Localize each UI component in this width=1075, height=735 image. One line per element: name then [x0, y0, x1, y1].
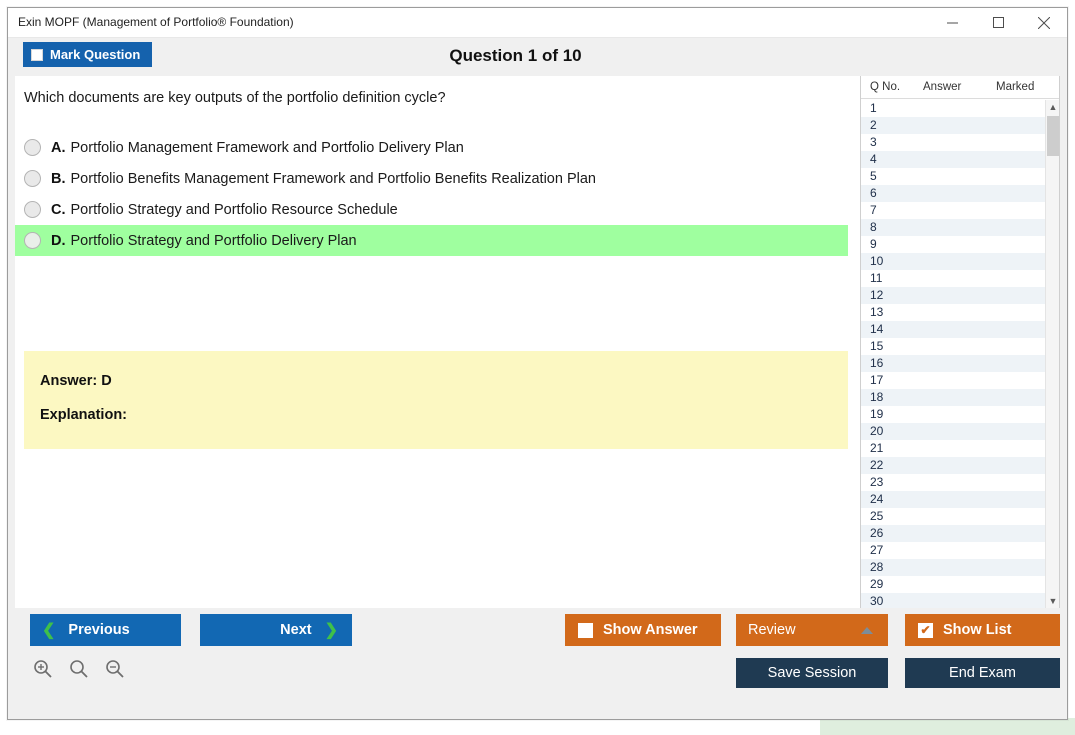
question-list-row[interactable]: 28 — [861, 559, 1046, 576]
show-list-label: Show List — [943, 622, 1012, 638]
minimize-icon[interactable] — [929, 8, 975, 37]
zoom-toolbar — [30, 656, 128, 682]
window-controls — [929, 8, 1067, 37]
radio-icon-a[interactable] — [24, 139, 41, 156]
question-list-row[interactable]: 9 — [861, 236, 1046, 253]
exam-body: Which documents are key outputs of the p… — [15, 75, 1060, 609]
column-header-marked: Marked — [996, 81, 1035, 93]
option-d[interactable]: D. Portfolio Strategy and Portfolio Deli… — [15, 225, 848, 256]
question-list-row[interactable]: 3 — [861, 134, 1046, 151]
question-list-row[interactable]: 4 — [861, 151, 1046, 168]
question-list-row[interactable]: 24 — [861, 491, 1046, 508]
screen: Exin MOPF (Management of Portfolio® Foun… — [0, 0, 1075, 735]
option-a-letter: A. — [51, 139, 66, 156]
question-list-rows[interactable]: 1 2 3 4 5 6 7 8 9 10 11 12 13 14 15 16 17 18 19 20 21 22 23 24 2… — [861, 100, 1046, 608]
question-list-row[interactable]: 17 — [861, 372, 1046, 389]
show-list-button[interactable]: ✔ Show List — [905, 614, 1060, 646]
column-header-qno: Q No. — [870, 81, 901, 93]
question-list-row[interactable]: 10 — [861, 253, 1046, 270]
option-d-text: Portfolio Strategy and Portfolio Deliver… — [70, 232, 357, 249]
scroll-down-icon[interactable]: ▼ — [1046, 594, 1059, 608]
question-list-row[interactable]: 23 — [861, 474, 1046, 491]
option-a[interactable]: A. Portfolio Management Framework and Po… — [15, 132, 848, 163]
option-c[interactable]: C. Portfolio Strategy and Portfolio Reso… — [15, 194, 848, 225]
question-counter: Question 1 of 10 — [449, 46, 582, 65]
review-dropdown[interactable]: Review — [736, 614, 888, 646]
question-list-row[interactable]: 30 — [861, 593, 1046, 608]
show-answer-button[interactable]: Show Answer — [565, 614, 721, 646]
chevron-up-icon[interactable] — [861, 627, 873, 634]
show-answer-checkbox-icon[interactable] — [578, 622, 593, 638]
question-list-row[interactable]: 12 — [861, 287, 1046, 304]
question-list-row[interactable]: 14 — [861, 321, 1046, 338]
radio-icon-d[interactable] — [24, 232, 41, 249]
question-list-row[interactable]: 27 — [861, 542, 1046, 559]
zoom-reset-icon[interactable] — [66, 656, 92, 682]
question-list-row[interactable]: 2 — [861, 117, 1046, 134]
question-list-header: Q No. Answer Marked — [861, 76, 1059, 99]
exam-window: Exin MOPF (Management of Portfolio® Foun… — [7, 7, 1068, 720]
question-list-row[interactable]: 7 — [861, 202, 1046, 219]
question-list-scrollbar[interactable]: ▲ ▼ — [1045, 100, 1059, 608]
option-c-letter: C. — [51, 201, 66, 218]
footer-toolbar: ❮ Previous Next ❯ Show Answer Review ✔ S… — [8, 608, 1067, 705]
question-content: Which documents are key outputs of the p… — [15, 76, 848, 609]
question-list-row[interactable]: 5 — [861, 168, 1046, 185]
show-list-checkbox-icon[interactable]: ✔ — [918, 622, 933, 638]
chevron-left-icon: ❮ — [42, 622, 56, 639]
radio-icon-b[interactable] — [24, 170, 41, 187]
question-list-row[interactable]: 15 — [861, 338, 1046, 355]
question-list-row[interactable]: 6 — [861, 185, 1046, 202]
question-list-row[interactable]: 20 — [861, 423, 1046, 440]
option-d-letter: D. — [51, 232, 66, 249]
answer-options: A. Portfolio Management Framework and Po… — [15, 132, 848, 256]
option-a-text: Portfolio Management Framework and Portf… — [70, 139, 464, 156]
option-b[interactable]: B. Portfolio Benefits Management Framewo… — [15, 163, 848, 194]
radio-icon-c[interactable] — [24, 201, 41, 218]
answer-label: Answer: D — [40, 373, 112, 389]
end-exam-label: End Exam — [949, 665, 1016, 681]
question-list-row[interactable]: 29 — [861, 576, 1046, 593]
question-list-row[interactable]: 19 — [861, 406, 1046, 423]
save-session-button[interactable]: Save Session — [736, 658, 888, 688]
question-list-panel: Q No. Answer Marked 1 2 3 4 5 6 7 8 9 10 11 12 13 14 1… — [860, 76, 1060, 609]
question-list-row[interactable]: 22 — [861, 457, 1046, 474]
question-header: Mark Question Question 1 of 10 — [8, 38, 1067, 75]
question-list-row[interactable]: 25 — [861, 508, 1046, 525]
window-title: Exin MOPF (Management of Portfolio® Foun… — [18, 15, 294, 29]
answer-explanation-panel: Answer: D Explanation: — [24, 351, 848, 449]
show-answer-label: Show Answer — [603, 622, 698, 638]
desktop-background — [820, 718, 1075, 735]
question-list-row[interactable]: 16 — [861, 355, 1046, 372]
option-b-letter: B. — [51, 170, 66, 187]
question-text: Which documents are key outputs of the p… — [24, 90, 446, 106]
question-list-row[interactable]: 26 — [861, 525, 1046, 542]
question-list-row[interactable]: 21 — [861, 440, 1046, 457]
previous-button[interactable]: ❮ Previous — [30, 614, 181, 646]
next-button[interactable]: Next ❯ — [200, 614, 352, 646]
close-icon[interactable] — [1021, 8, 1067, 37]
chevron-right-icon: ❯ — [324, 622, 338, 639]
maximize-icon[interactable] — [975, 8, 1021, 37]
save-session-label: Save Session — [767, 665, 857, 681]
scrollbar-thumb[interactable] — [1047, 116, 1059, 156]
question-list-row[interactable]: 13 — [861, 304, 1046, 321]
zoom-in-icon[interactable] — [30, 656, 56, 682]
previous-button-label: Previous — [68, 622, 130, 638]
end-exam-button[interactable]: End Exam — [905, 658, 1060, 688]
option-b-text: Portfolio Benefits Management Framework … — [70, 170, 597, 187]
zoom-out-icon[interactable] — [102, 656, 128, 682]
question-list-row[interactable]: 18 — [861, 389, 1046, 406]
review-label: Review — [748, 622, 796, 638]
next-button-label: Next — [280, 622, 312, 638]
column-header-answer: Answer — [923, 81, 962, 93]
question-list-row[interactable]: 11 — [861, 270, 1046, 287]
question-list-row[interactable]: 1 — [861, 100, 1046, 117]
explanation-label: Explanation: — [40, 407, 128, 423]
title-bar: Exin MOPF (Management of Portfolio® Foun… — [8, 8, 1067, 38]
question-list-row[interactable]: 8 — [861, 219, 1046, 236]
option-c-text: Portfolio Strategy and Portfolio Resourc… — [70, 201, 398, 218]
scroll-up-icon[interactable]: ▲ — [1046, 100, 1059, 114]
